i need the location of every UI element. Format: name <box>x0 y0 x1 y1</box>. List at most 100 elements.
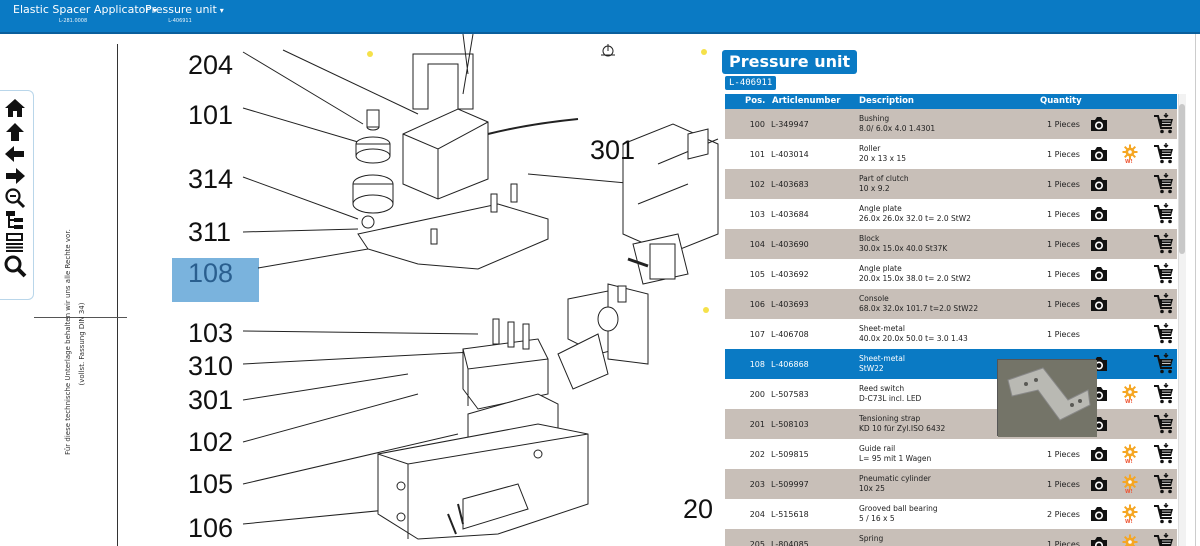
camera-icon[interactable] <box>1089 295 1109 313</box>
position-label[interactable]: 102 <box>188 428 233 456</box>
camera-icon[interactable] <box>1089 145 1109 163</box>
column-header-quantity[interactable]: Quantity <box>1040 94 1082 109</box>
add-to-cart-icon[interactable] <box>1153 413 1175 435</box>
position-label[interactable]: 310 <box>188 352 233 380</box>
table-row[interactable]: 203 L-509997 Pneumatic cylinder 10x 25 1 Pie… <box>725 469 1177 499</box>
copyright-line: Für diese technische Unterlage behalten … <box>64 229 72 455</box>
camera-icon[interactable] <box>1089 265 1109 283</box>
table-row[interactable]: 205 L-804085 Spring 1 Pieces W! <box>725 529 1177 546</box>
row-position: 202 <box>749 450 765 459</box>
row-position: 205 <box>749 540 765 546</box>
position-label[interactable]: 301 <box>590 136 635 164</box>
table-scrollbar-thumb[interactable] <box>1179 104 1185 254</box>
add-to-cart-icon[interactable] <box>1153 263 1175 285</box>
camera-icon[interactable] <box>1089 445 1109 463</box>
row-article-number: L-509815 <box>771 450 809 459</box>
camera-icon[interactable] <box>1089 235 1109 253</box>
table-row[interactable]: 100 L-349947 Bushing 8.0/ 6.0x 4.0 1.4301 1 … <box>725 109 1177 139</box>
position-label[interactable]: 106 <box>188 514 233 542</box>
row-description-title: Spring <box>859 534 884 543</box>
row-article-number: L-349947 <box>771 120 809 129</box>
add-to-cart-icon[interactable] <box>1153 503 1175 525</box>
wear-part-icon: W! <box>1121 444 1139 465</box>
tree-icon[interactable] <box>3 209 27 231</box>
camera-icon[interactable] <box>1089 205 1109 223</box>
top-navigation-bar: Elastic Spacer Applicator ▾ L-281.0008 Pr… <box>0 0 1200 34</box>
row-quantity: 1 Pieces <box>1047 540 1080 546</box>
row-description-title: Tensioning strap <box>859 414 921 423</box>
row-position: 101 <box>749 150 765 159</box>
add-to-cart-icon[interactable] <box>1153 293 1175 315</box>
row-description: Sheet-metal 40.0x 20.0x 50.0 t= 3.0 1.43 <box>859 324 968 344</box>
wear-part-icon: W! <box>1121 534 1139 546</box>
row-article-number: L-403690 <box>771 240 809 249</box>
add-to-cart-icon[interactable] <box>1153 383 1175 405</box>
position-label[interactable]: 105 <box>188 470 233 498</box>
column-header-pos[interactable]: Pos. <box>745 94 765 109</box>
table-row[interactable]: 107 L-406708 Sheet-metal 40.0x 20.0x 50.0 t… <box>725 319 1177 349</box>
table-row[interactable]: 202 L-509815 Guide rail L= 95 mit 1 Wagen 1 … <box>725 439 1177 469</box>
wear-part-icon: W! <box>1121 474 1139 495</box>
row-description-detail: 68.0x 32.0x 101.7 t=2.0 StW22 <box>859 304 979 313</box>
add-to-cart-icon[interactable] <box>1153 203 1175 225</box>
position-label[interactable]: 20 <box>683 495 713 523</box>
exploded-view-drawing[interactable]: 204 101 314 311 108 103 310 301 102 105 … <box>118 34 720 546</box>
list-icon[interactable] <box>3 231 27 253</box>
row-description-detail: L= 95 mit 1 Wagen <box>859 454 932 463</box>
camera-icon[interactable] <box>1089 175 1109 193</box>
table-row[interactable]: 104 L-403690 Block 30.0x 15.0x 40.0 St37K 1 … <box>725 229 1177 259</box>
arrow-up-icon[interactable] <box>3 121 27 143</box>
add-to-cart-icon[interactable] <box>1153 113 1175 135</box>
arrow-left-icon[interactable] <box>3 143 27 165</box>
position-label[interactable]: 204 <box>188 51 233 79</box>
breadcrumb-machine[interactable]: Elastic Spacer Applicator ▾ L-281.0008 <box>13 4 157 25</box>
row-description: Console 68.0x 32.0x 101.7 t=2.0 StW22 <box>859 294 978 314</box>
position-label[interactable]: 101 <box>188 101 233 129</box>
row-description: Pneumatic cylinder 10x 25 <box>859 474 931 494</box>
add-to-cart-icon[interactable] <box>1153 443 1175 465</box>
table-row[interactable]: 105 L-403692 Angle plate 20.0x 15.0x 38.0 t… <box>725 259 1177 289</box>
camera-icon[interactable] <box>1089 505 1109 523</box>
row-article-number: L-509997 <box>771 480 809 489</box>
table-row[interactable]: 106 L-403693 Console 68.0x 32.0x 101.7 t=2.… <box>725 289 1177 319</box>
add-to-cart-icon[interactable] <box>1153 143 1175 165</box>
zoom-out-icon[interactable] <box>3 187 27 209</box>
row-description-detail: 10 x 9.2 <box>859 184 890 193</box>
search-icon[interactable] <box>3 253 27 279</box>
add-to-cart-icon[interactable] <box>1153 173 1175 195</box>
wear-part-icon: W! <box>1121 384 1139 405</box>
row-quantity: 2 Pieces <box>1047 510 1080 519</box>
row-position: 103 <box>749 210 765 219</box>
home-icon[interactable] <box>3 97 27 119</box>
row-description-title: Guide rail <box>859 444 896 453</box>
add-to-cart-icon[interactable] <box>1153 353 1175 375</box>
add-to-cart-icon[interactable] <box>1153 533 1175 546</box>
row-description: Guide rail L= 95 mit 1 Wagen <box>859 444 931 464</box>
table-row[interactable]: 108 L-406868 Sheet-metal StW22 <box>725 349 1177 379</box>
position-label[interactable]: 103 <box>188 319 233 347</box>
table-row[interactable]: 103 L-403684 Angle plate 26.0x 26.0x 32.0 t… <box>725 199 1177 229</box>
camera-icon[interactable] <box>1089 535 1109 546</box>
camera-icon[interactable] <box>1089 475 1109 493</box>
table-row[interactable]: 200 L-507583 Reed switch D-C73L incl. LED W! <box>725 379 1177 409</box>
camera-icon[interactable] <box>1089 115 1109 133</box>
position-label-selected[interactable]: 108 <box>188 259 233 287</box>
column-header-description[interactable]: Description <box>859 94 914 109</box>
position-label[interactable]: 301 <box>188 386 233 414</box>
breadcrumb-assembly[interactable]: Pressure unit ▾ L-406911 <box>145 4 224 25</box>
row-position: 201 <box>749 420 765 429</box>
position-label[interactable]: 311 <box>188 218 231 246</box>
breadcrumb-assembly-code: L-406911 <box>168 18 192 24</box>
table-row[interactable]: 102 L-403683 Part of clutch 10 x 9.2 1 Piece… <box>725 169 1177 199</box>
table-row[interactable]: 201 L-508103 Tensioning strap KD 10 für Zyl… <box>725 409 1177 439</box>
add-to-cart-icon[interactable] <box>1153 233 1175 255</box>
table-row[interactable]: 204 L-515618 Grooved ball bearing 5 / 16 x … <box>725 499 1177 529</box>
row-article-number: L-507583 <box>771 390 809 399</box>
add-to-cart-icon[interactable] <box>1153 323 1175 345</box>
table-row[interactable]: 101 L-403014 Roller 20 x 13 x 15 1 Pieces W! <box>725 139 1177 169</box>
column-header-article[interactable]: Articlenumber <box>772 94 840 109</box>
add-to-cart-icon[interactable] <box>1153 473 1175 495</box>
row-position: 204 <box>749 510 765 519</box>
position-label[interactable]: 314 <box>188 165 233 193</box>
arrow-right-icon[interactable] <box>3 165 27 187</box>
